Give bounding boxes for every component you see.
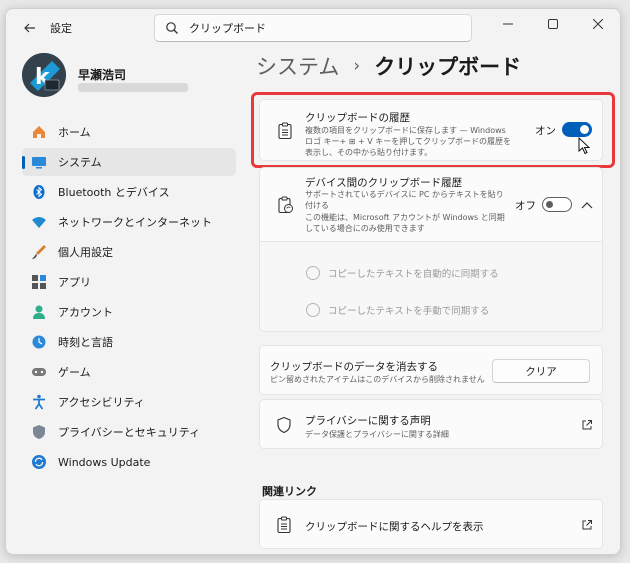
window-controls — [485, 9, 620, 39]
home-icon — [33, 126, 45, 138]
clipboard-help-link: クリップボードに関するヘルプを表示 — [305, 521, 484, 533]
sync-auto-label: コピーしたテキストを自動的に同期する — [328, 269, 499, 280]
clipboard-help-link-card[interactable]: クリップボードに関するヘルプを表示 — [259, 499, 603, 549]
sidebar-item-label: システム — [58, 156, 102, 169]
sync-toggle[interactable] — [542, 197, 572, 212]
sync-description: サポートされているデバイスに PC からテキストを貼り付ける — [305, 190, 504, 210]
breadcrumb: システム › クリップボード — [256, 51, 521, 81]
sidebar-item-label: Bluetooth とデバイス — [58, 186, 170, 199]
clock-icon — [32, 335, 46, 349]
sidebar-item-home[interactable]: ホーム — [22, 118, 236, 146]
back-arrow-icon — [24, 23, 35, 33]
sync-auto-option: コピーしたテキストを自動的に同期する — [306, 266, 499, 280]
wifi-icon — [32, 217, 46, 228]
minimize-icon — [502, 23, 513, 25]
sidebar-item-label: プライバシーとセキュリティ — [58, 426, 201, 439]
user-name: 早瀬浩司 — [78, 68, 127, 82]
highlight-annotation — [251, 92, 615, 168]
page-title: クリップボード — [374, 55, 522, 79]
sync-manual-radio — [306, 303, 320, 317]
sidebar-item-personalization[interactable]: 個人用設定 — [22, 238, 236, 266]
clipboard-icon — [277, 516, 291, 534]
sync-options-panel — [259, 242, 603, 332]
sidebar-item-bluetooth[interactable]: Bluetooth とデバイス — [22, 178, 236, 206]
sidebar-item-time-language[interactable]: 時刻と言語 — [22, 328, 236, 356]
close-button[interactable] — [575, 9, 620, 39]
breadcrumb-parent[interactable]: システム — [256, 51, 339, 81]
clipboard-sync-icon — [278, 196, 293, 214]
sidebar-item-system[interactable]: システム — [22, 148, 236, 176]
apps-icon — [32, 275, 46, 289]
maximize-button[interactable] — [530, 9, 575, 39]
sidebar-item-label: 時刻と言語 — [58, 336, 113, 349]
clear-title: クリップボードのデータを消去する — [270, 361, 438, 373]
shield-icon — [33, 425, 45, 439]
sidebar-nav: ホーム システム Bluetooth とデバイス ネットワークとインターネット … — [22, 118, 236, 478]
sidebar-item-accessibility[interactable]: アクセシビリティ — [22, 388, 236, 416]
search-input[interactable]: クリップボード — [189, 20, 266, 36]
title-bar: 設定 クリップボード — [6, 9, 620, 47]
related-links-heading: 関連リンク — [262, 485, 317, 498]
bluetooth-icon — [33, 185, 45, 199]
external-link-icon — [582, 420, 592, 430]
privacy-title: プライバシーに関する声明 — [305, 415, 431, 427]
sync-manual-option: コピーしたテキストを手動で同期する — [306, 303, 489, 317]
sync-note: この機能は、Microsoft アカウントが Windows と同期している場合… — [305, 213, 505, 233]
privacy-description: データ保護とプライバシーに関する詳細 — [305, 430, 449, 439]
system-icon — [32, 157, 46, 169]
sidebar-item-apps[interactable]: アプリ — [22, 268, 236, 296]
sync-auto-radio — [306, 266, 320, 280]
maximize-icon — [547, 19, 558, 29]
breadcrumb-separator: › — [353, 56, 361, 76]
sidebar-item-privacy[interactable]: プライバシーとセキュリティ — [22, 418, 236, 446]
sync-title: デバイス間のクリップボード履歴 — [305, 177, 463, 189]
shield-outline-icon — [277, 416, 291, 434]
avatar[interactable]: k — [22, 53, 66, 97]
app-title: 設定 — [50, 22, 72, 35]
sidebar-item-label: アカウント — [58, 306, 113, 319]
sidebar-item-gaming[interactable]: ゲーム — [22, 358, 236, 386]
account-icon — [33, 305, 45, 319]
clear-button[interactable]: クリア — [492, 359, 590, 383]
sidebar-item-label: Windows Update — [58, 455, 151, 469]
sidebar-item-label: アプリ — [58, 276, 91, 289]
sidebar-item-label: ゲーム — [58, 366, 91, 379]
sidebar-item-label: アクセシビリティ — [58, 396, 145, 409]
brush-icon — [32, 245, 46, 259]
clipboard-sync-card: デバイス間のクリップボード履歴 サポートされているデバイスに PC からテキスト… — [259, 167, 603, 242]
sidebar-item-accounts[interactable]: アカウント — [22, 298, 236, 326]
privacy-statement-card[interactable]: プライバシーに関する声明 データ保護とプライバシーに関する詳細 — [259, 399, 603, 449]
back-button[interactable] — [20, 18, 40, 38]
close-icon — [592, 19, 603, 29]
sidebar-item-label: ネットワークとインターネット — [58, 216, 212, 229]
sidebar-item-network[interactable]: ネットワークとインターネット — [22, 208, 236, 236]
update-icon — [32, 455, 46, 469]
search-box[interactable]: クリップボード — [154, 14, 472, 42]
clear-description: ピン留めされたアイテムはこのデバイスから削除されません — [270, 375, 485, 384]
external-link-icon — [582, 520, 592, 530]
settings-window: 設定 クリップボード k 早瀬浩司 ホーム システム Bluetooth とデバ… — [5, 8, 621, 555]
avatar-logo-icon: k — [22, 53, 66, 97]
sync-state-label: オフ — [515, 200, 536, 212]
sidebar-item-windows-update[interactable]: Windows Update — [22, 448, 236, 476]
sidebar-item-label: 個人用設定 — [58, 246, 113, 259]
accessibility-icon — [33, 394, 45, 410]
redacted-email — [78, 83, 188, 92]
sync-manual-label: コピーしたテキストを手動で同期する — [328, 306, 490, 317]
minimize-button[interactable] — [485, 9, 530, 39]
chevron-up-icon[interactable] — [581, 201, 593, 209]
sidebar-item-label: ホーム — [58, 126, 91, 139]
gamepad-icon — [32, 368, 46, 376]
search-icon — [166, 22, 178, 34]
